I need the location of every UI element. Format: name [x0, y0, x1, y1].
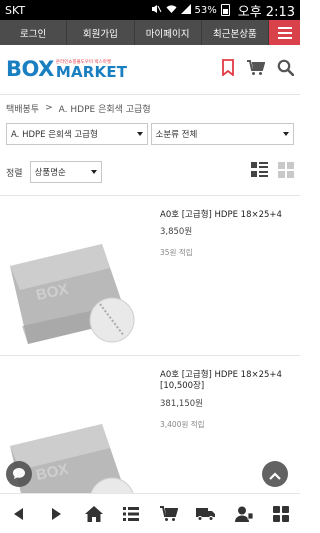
- category-select[interactable]: A. HDPE 은회색 고급형: [6, 123, 148, 145]
- list-view-icon[interactable]: [251, 162, 268, 182]
- signal-icon: [180, 3, 191, 17]
- forward-icon[interactable]: [42, 500, 70, 528]
- breadcrumb-current[interactable]: A. HDPE 은회색 고급형: [59, 102, 151, 115]
- mypage-link[interactable]: 마이페이지: [135, 20, 202, 45]
- signup-link[interactable]: 회원가입: [67, 20, 135, 45]
- list-icon[interactable]: [117, 500, 145, 528]
- sort-row: 정렬 상품명순: [0, 161, 300, 183]
- breadcrumb: 택배봉투 > A. HDPE 은회색 고급형: [0, 95, 300, 121]
- sort-select[interactable]: 상품명순: [29, 161, 102, 183]
- chevron-down-icon: [90, 170, 97, 174]
- top-nav: 로그인 회원가입 마이페이지 최근본상품: [0, 20, 300, 45]
- home-icon[interactable]: [80, 500, 108, 528]
- cart-icon[interactable]: [155, 500, 183, 528]
- bookmark-icon[interactable]: [221, 59, 235, 80]
- product-name[interactable]: A0호 [고급형] HDPE 18×25+4: [160, 210, 294, 221]
- chat-bubble-icon: [12, 465, 26, 484]
- breadcrumb-separator: >: [45, 103, 53, 113]
- scroll-top-button[interactable]: [262, 461, 288, 487]
- battery-percent: 53%: [194, 4, 217, 16]
- wifi-icon: [166, 4, 177, 17]
- cart-icon[interactable]: [247, 59, 266, 80]
- carrier-label: SKT: [5, 3, 26, 17]
- product-name[interactable]: A0호 [고급형] HDPE 18×25+4 [10,500장]: [160, 370, 294, 393]
- logo-market-text: MARKET: [55, 63, 128, 81]
- grid-view-icon[interactable]: [278, 162, 294, 182]
- subcategory-select[interactable]: 소분류 전체: [150, 123, 294, 145]
- hamburger-icon[interactable]: [269, 20, 300, 45]
- product-item[interactable]: BOX A0호 [고급형] HDPE 18×25+4 3,850원 35원 적립: [0, 196, 300, 356]
- login-link[interactable]: 로그인: [0, 20, 68, 45]
- chat-button[interactable]: [6, 461, 32, 487]
- chevron-up-icon: [269, 465, 281, 484]
- battery-icon: [220, 4, 230, 16]
- chevron-down-icon: [136, 132, 143, 136]
- category-filters: A. HDPE 은회색 고급형 소분류 전체: [0, 123, 300, 145]
- bottom-nav: [0, 493, 300, 533]
- boxmarket-logo[interactable]: BOX 온라인쇼핑몰도우미 박스마켓 MARKET: [6, 59, 127, 80]
- chevron-down-icon: [283, 132, 289, 136]
- status-icons: 53% 오후 2:13: [151, 1, 295, 20]
- product-item[interactable]: BOX A0호 [고급형] HDPE 18×25+4 [10,500장] 381…: [0, 356, 300, 524]
- product-points: 35원 적립: [160, 248, 193, 258]
- recent-viewed-link[interactable]: 최근본상품: [202, 20, 269, 45]
- product-price: 3,850원: [160, 227, 193, 238]
- product-points: 3,400원 적립: [160, 419, 205, 429]
- clock: 오후 2:13: [237, 4, 295, 20]
- delivery-truck-icon[interactable]: [192, 500, 220, 528]
- grid-icon[interactable]: [267, 500, 295, 528]
- site-header: BOX 온라인쇼핑몰도우미 박스마켓 MARKET: [0, 45, 300, 95]
- my-page-icon[interactable]: [230, 500, 258, 528]
- sort-label: 정렬: [6, 168, 23, 179]
- breadcrumb-root[interactable]: 택배봉투: [6, 102, 39, 115]
- back-icon[interactable]: [5, 500, 33, 528]
- mute-icon: [151, 4, 162, 17]
- sort-select-value: 상품명순: [34, 168, 66, 178]
- subcategory-select-value: 소분류 전체: [155, 130, 198, 140]
- status-bar: SKT 53% 오후 2:13: [0, 0, 300, 20]
- product-price: 381,150원: [160, 398, 203, 409]
- product-image[interactable]: BOX: [6, 216, 136, 346]
- search-icon[interactable]: [277, 59, 295, 80]
- category-select-value: A. HDPE 은회색 고급형: [11, 130, 98, 140]
- logo-box-text: BOX: [6, 57, 54, 81]
